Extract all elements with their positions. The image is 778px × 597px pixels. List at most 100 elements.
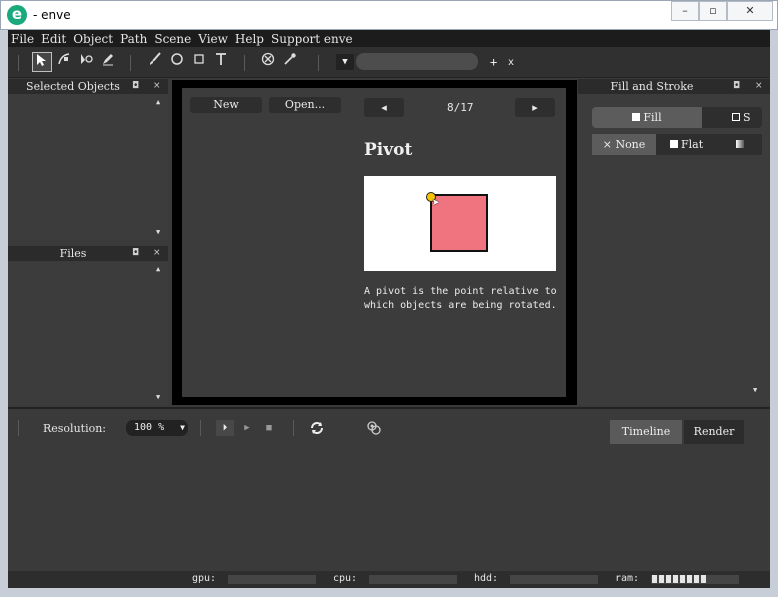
- pen-icon: [103, 54, 113, 66]
- pivot-tool-button[interactable]: [76, 52, 96, 72]
- close-panel-icon[interactable]: ×: [153, 246, 161, 261]
- timeline-separator: [18, 420, 19, 436]
- window-frame-right: [770, 30, 778, 597]
- stroke-square-icon: [732, 113, 740, 121]
- fill-square-icon: [632, 113, 641, 121]
- gradient-icon: [736, 140, 744, 148]
- fill-stroke-tabs: Fill S: [592, 107, 762, 128]
- text-icon: [216, 53, 226, 65]
- circle-tool-button[interactable]: [167, 52, 187, 72]
- fill-none-option[interactable]: × None: [592, 134, 656, 155]
- tab-fill-label: Fill: [643, 111, 662, 124]
- play-button[interactable]: ▶: [238, 420, 256, 436]
- selected-objects-panel: ▲ ▼: [8, 94, 168, 240]
- onion-skin-icon: [367, 421, 381, 435]
- maximize-button[interactable]: ▫: [699, 1, 727, 21]
- eyedropper-icon: [284, 53, 296, 65]
- window-frame-left: [0, 30, 8, 597]
- loop-button[interactable]: [308, 420, 326, 436]
- selected-objects-header: Selected Objects ◘ ×: [8, 79, 168, 94]
- menu-view[interactable]: View: [198, 32, 228, 46]
- scroll-down-icon[interactable]: ▼: [156, 393, 160, 401]
- rectangle-tool-button[interactable]: [189, 52, 209, 72]
- node-tool-button[interactable]: [54, 52, 74, 72]
- menu-help[interactable]: Help: [235, 32, 264, 46]
- scroll-up-icon[interactable]: ▲: [156, 265, 160, 273]
- files-panel: ▲ ▼: [8, 261, 168, 405]
- menu-file[interactable]: File: [11, 32, 34, 46]
- menu-object[interactable]: Object: [73, 32, 113, 46]
- pointer-tool-button[interactable]: [32, 52, 52, 72]
- pin-icon[interactable]: ◘: [733, 79, 740, 94]
- tab-stroke-label: S: [743, 111, 751, 124]
- ram-block: [680, 575, 685, 583]
- cpu-usage-bar: [369, 575, 457, 584]
- menu-path[interactable]: Path: [120, 32, 147, 46]
- resolution-value: 100 %: [134, 422, 165, 433]
- scene-name-field[interactable]: [356, 53, 478, 70]
- ram-block: [701, 575, 706, 583]
- tab-fill[interactable]: Fill: [592, 107, 702, 128]
- menu-edit[interactable]: Edit: [41, 32, 66, 46]
- window-frame-bottom: [0, 588, 778, 597]
- menu-bar: File Edit Object Path Scene View Help Su…: [8, 30, 770, 47]
- pivot-demo-image: ➤: [364, 176, 556, 271]
- tab-timeline[interactable]: Timeline: [610, 420, 682, 444]
- close-panel-icon[interactable]: ×: [153, 79, 161, 94]
- fill-none-label: None: [615, 138, 646, 151]
- paint-tool-button[interactable]: [145, 52, 165, 72]
- minimize-button[interactable]: –: [671, 1, 699, 21]
- fill-flat-label: Flat: [681, 138, 704, 151]
- open-button[interactable]: Open...: [269, 97, 341, 113]
- prev-page-button[interactable]: ◂: [364, 98, 404, 117]
- pivot-icon: [81, 54, 93, 64]
- window-controls: – ▫ ✕: [671, 1, 773, 21]
- toolbar-separator: [244, 55, 245, 71]
- tab-render[interactable]: Render: [684, 420, 744, 444]
- cpu-label: cpu:: [333, 573, 358, 584]
- scroll-down-icon[interactable]: ▼: [156, 228, 160, 236]
- ram-usage-fill: [652, 575, 706, 583]
- ram-block: [666, 575, 671, 583]
- files-header: Files ◘ ×: [8, 246, 168, 261]
- close-panel-icon[interactable]: ×: [755, 79, 763, 94]
- cursor-icon: ➤: [432, 196, 440, 211]
- tip-heading: Pivot: [364, 140, 413, 160]
- new-button[interactable]: New: [190, 97, 262, 113]
- draw-path-tool-button[interactable]: [98, 52, 118, 72]
- rectangle-icon: [194, 54, 204, 64]
- files-title: Files: [59, 247, 87, 260]
- remove-scene-button[interactable]: x: [508, 57, 514, 68]
- play-from-start-button[interactable]: ⏵: [216, 420, 234, 436]
- tip-description: A pivot is the point relative to which o…: [364, 286, 557, 311]
- onion-skin-button[interactable]: [365, 420, 383, 436]
- fill-flat-option[interactable]: Flat: [670, 134, 703, 155]
- pin-icon[interactable]: ◘: [132, 79, 139, 94]
- menu-support[interactable]: Support enve: [271, 32, 353, 46]
- menu-scene[interactable]: Scene: [154, 32, 191, 46]
- gpu-usage-bar: [228, 575, 316, 584]
- stop-button[interactable]: ■: [260, 420, 278, 436]
- enve-logo-icon: e: [7, 5, 27, 25]
- next-page-button[interactable]: ▸: [515, 98, 555, 117]
- add-scene-button[interactable]: +: [490, 55, 497, 69]
- fill-type-selector: × None Flat: [592, 134, 762, 155]
- tab-stroke[interactable]: S: [732, 107, 751, 128]
- resolution-select[interactable]: 100 % ▼: [126, 420, 188, 436]
- scroll-down-icon[interactable]: ▼: [753, 386, 757, 394]
- scene-combo-arrow[interactable]: ▼: [336, 54, 354, 70]
- pin-icon[interactable]: ◘: [132, 246, 139, 261]
- circle-icon: [171, 53, 183, 65]
- null-object-tool-button[interactable]: [258, 52, 278, 72]
- text-tool-button[interactable]: [211, 52, 231, 72]
- chevron-down-icon: ▼: [180, 423, 185, 432]
- fill-gradient-option[interactable]: [736, 134, 746, 155]
- close-window-button[interactable]: ✕: [727, 1, 773, 21]
- scroll-up-icon[interactable]: ▲: [156, 98, 160, 106]
- ram-block: [673, 575, 678, 583]
- ram-block: [659, 575, 664, 583]
- fill-stroke-header: Fill and Stroke ◘ ×: [578, 79, 770, 94]
- ram-block: [687, 575, 692, 583]
- loop-icon: [311, 422, 323, 434]
- eyedropper-tool-button[interactable]: [280, 52, 300, 72]
